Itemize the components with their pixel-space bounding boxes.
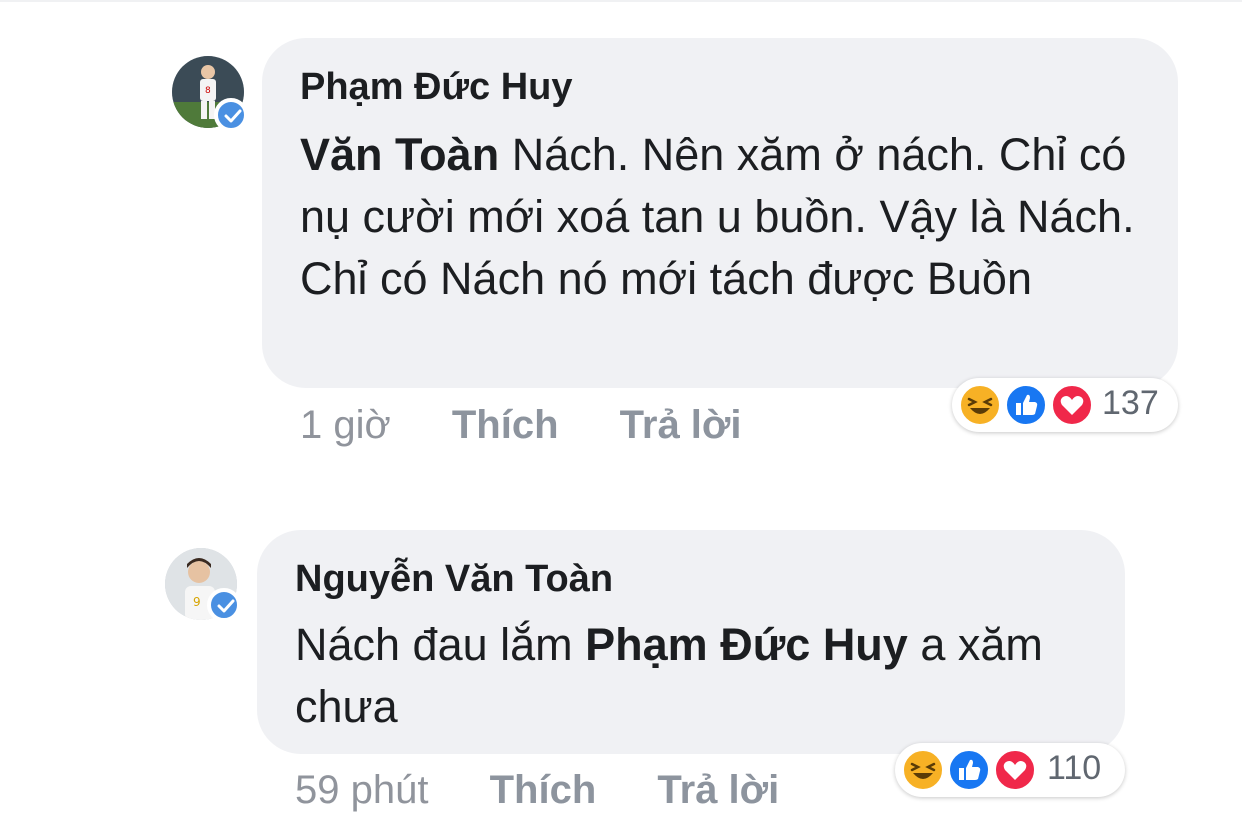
comment-timestamp[interactable]: 59 phút bbox=[295, 768, 428, 812]
like-icon bbox=[1004, 383, 1048, 427]
love-icon bbox=[1050, 383, 1094, 427]
comment-author[interactable]: Nguyễn Văn Toàn bbox=[295, 558, 613, 601]
like-button[interactable]: Thích bbox=[452, 403, 559, 447]
verified-badge-icon bbox=[214, 98, 248, 132]
comment-bubble: Nguyễn Văn Toàn Nách đau lắm Phạm Đức Hu… bbox=[257, 530, 1125, 754]
haha-icon bbox=[901, 748, 945, 792]
reply-button[interactable]: Trả lời bbox=[657, 768, 779, 812]
comment-text-start: Nách đau lắm bbox=[295, 619, 586, 670]
verified-badge-icon bbox=[207, 588, 241, 622]
like-button[interactable]: Thích bbox=[490, 768, 597, 812]
reply-button[interactable]: Trả lời bbox=[620, 403, 742, 447]
haha-icon bbox=[958, 383, 1002, 427]
svg-text:9: 9 bbox=[193, 595, 201, 609]
mention-link[interactable]: Văn Toàn bbox=[300, 129, 499, 180]
reaction-count: 137 bbox=[1102, 384, 1159, 422]
mention-link[interactable]: Phạm Đức Huy bbox=[585, 619, 908, 670]
like-icon bbox=[947, 748, 991, 792]
reactions-summary[interactable]: 137 bbox=[952, 378, 1178, 432]
reactions-summary[interactable]: 110 bbox=[895, 743, 1125, 797]
comment-meta: 1 giờ Thích Trả lời bbox=[300, 403, 741, 448]
comment-text: Nách đau lắm Phạm Đức Huy a xăm chưa bbox=[295, 614, 1095, 738]
svg-text:8: 8 bbox=[205, 86, 211, 96]
top-divider bbox=[0, 0, 1242, 2]
comment-meta: 59 phút Thích Trả lời bbox=[295, 768, 779, 813]
comment-timestamp[interactable]: 1 giờ bbox=[300, 403, 391, 447]
love-icon bbox=[993, 748, 1037, 792]
comment-bubble: Phạm Đức Huy Văn Toàn Nách. Nên xăm ở ná… bbox=[262, 38, 1178, 388]
comment-author[interactable]: Phạm Đức Huy bbox=[300, 66, 572, 109]
reaction-count: 110 bbox=[1047, 749, 1102, 787]
comment-text: Văn Toàn Nách. Nên xăm ở nách. Chỉ có nụ… bbox=[300, 124, 1150, 310]
